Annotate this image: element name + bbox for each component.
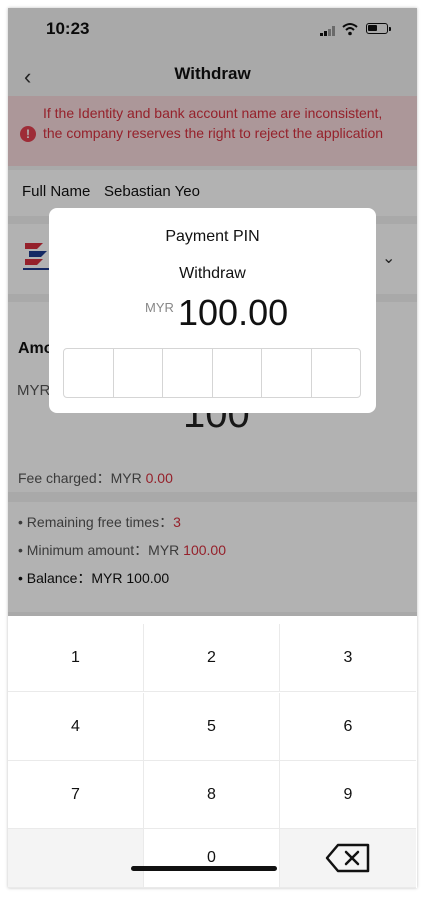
pin-input[interactable]	[63, 348, 361, 398]
key-8[interactable]: 8	[144, 761, 280, 829]
pin-digit-box[interactable]	[312, 349, 361, 397]
key-9[interactable]: 9	[280, 761, 416, 829]
key-5[interactable]: 5	[144, 693, 280, 761]
pin-digit-box[interactable]	[163, 349, 213, 397]
backspace-icon	[325, 843, 370, 873]
key-6[interactable]: 6	[280, 693, 416, 761]
pin-digit-box[interactable]	[114, 349, 163, 397]
numeric-keypad: 1 2 3 4 5 6 7 8 9 0	[8, 616, 417, 888]
key-4[interactable]: 4	[8, 693, 144, 761]
dialog-title: Payment PIN	[165, 228, 260, 245]
dialog-currency: MYR	[145, 300, 174, 315]
home-indicator	[131, 866, 277, 871]
dialog-amount: 100.00	[178, 292, 289, 333]
pin-digit-box[interactable]	[213, 349, 262, 397]
key-2[interactable]: 2	[144, 624, 280, 692]
key-blank	[8, 829, 144, 888]
key-1[interactable]: 1	[8, 624, 144, 692]
delete-key[interactable]	[280, 829, 416, 888]
key-7[interactable]: 7	[8, 761, 144, 829]
key-0[interactable]: 0	[144, 829, 280, 888]
pin-digit-box[interactable]	[64, 349, 114, 397]
phone-screen: 10:23 ‹ Withdraw ! If the Identity and b…	[8, 8, 417, 888]
dialog-subtitle: Withdraw	[179, 265, 246, 282]
key-3[interactable]: 3	[280, 624, 416, 692]
pin-digit-box[interactable]	[262, 349, 312, 397]
payment-pin-dialog: Payment PIN Withdraw MYR 100.00	[49, 208, 376, 413]
